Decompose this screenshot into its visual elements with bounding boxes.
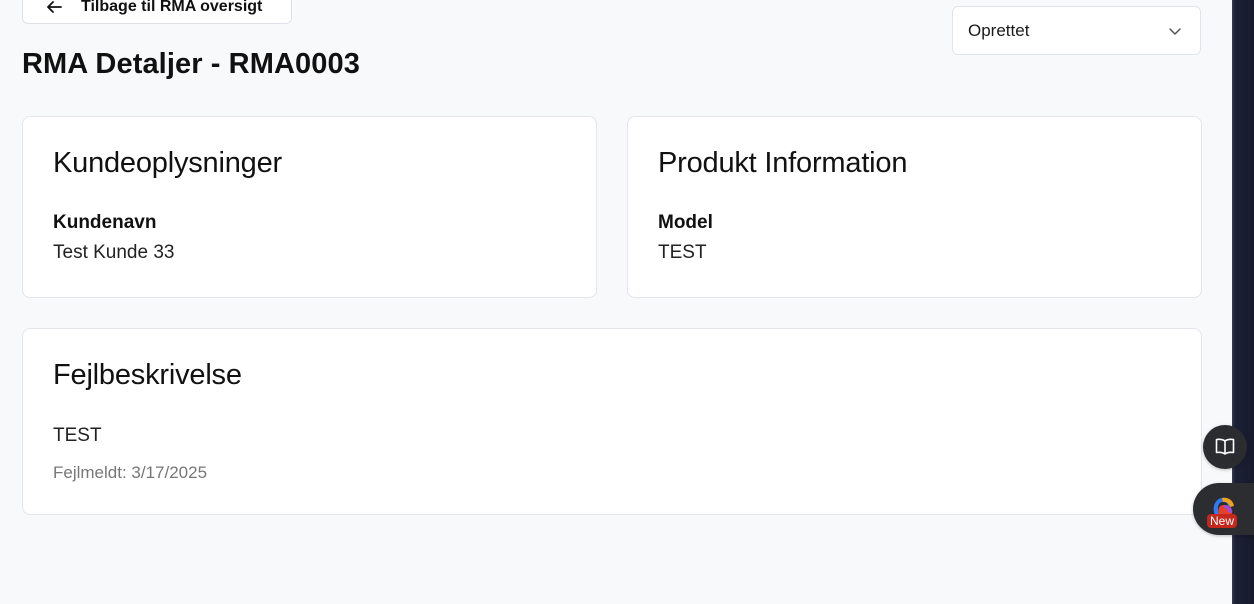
product-info-card: Produkt Information Model TEST [627,116,1202,298]
error-description-card: Fejlbeskrivelse TEST Fejlmeldt: 3/17/202… [22,328,1202,515]
customer-info-card: Kundeoplysninger Kundenavn Test Kunde 33 [22,116,597,298]
chevron-down-icon [1168,24,1182,38]
status-select-value: Oprettet [968,20,1030,40]
back-button-label: Tilbage til RMA oversigt [81,0,263,15]
error-description-text: TEST [53,425,102,446]
new-badge: New [1207,514,1238,528]
error-card-title: Fejlbeskrivelse [53,359,242,391]
arrow-left-icon [45,0,63,16]
back-to-rma-overview-button[interactable]: Tilbage til RMA oversigt [22,0,292,24]
customer-name-label: Kundenavn [53,212,157,233]
page-title: RMA Detaljer - RMA0003 [22,48,360,80]
product-card-title: Produkt Information [658,147,908,179]
error-reported-date: Fejlmeldt: 3/17/2025 [53,463,208,482]
customer-name-value: Test Kunde 33 [53,242,175,263]
rma-detail-page: Tilbage til RMA oversigt Oprettet RMA De… [0,0,1232,604]
customer-card-title: Kundeoplysninger [53,147,282,179]
book-open-icon [1214,437,1236,457]
book-button[interactable] [1203,425,1247,469]
copilot-button[interactable]: New [1193,483,1254,535]
model-value: TEST [658,242,707,263]
status-select[interactable]: Oprettet [952,6,1201,55]
model-label: Model [658,212,713,233]
